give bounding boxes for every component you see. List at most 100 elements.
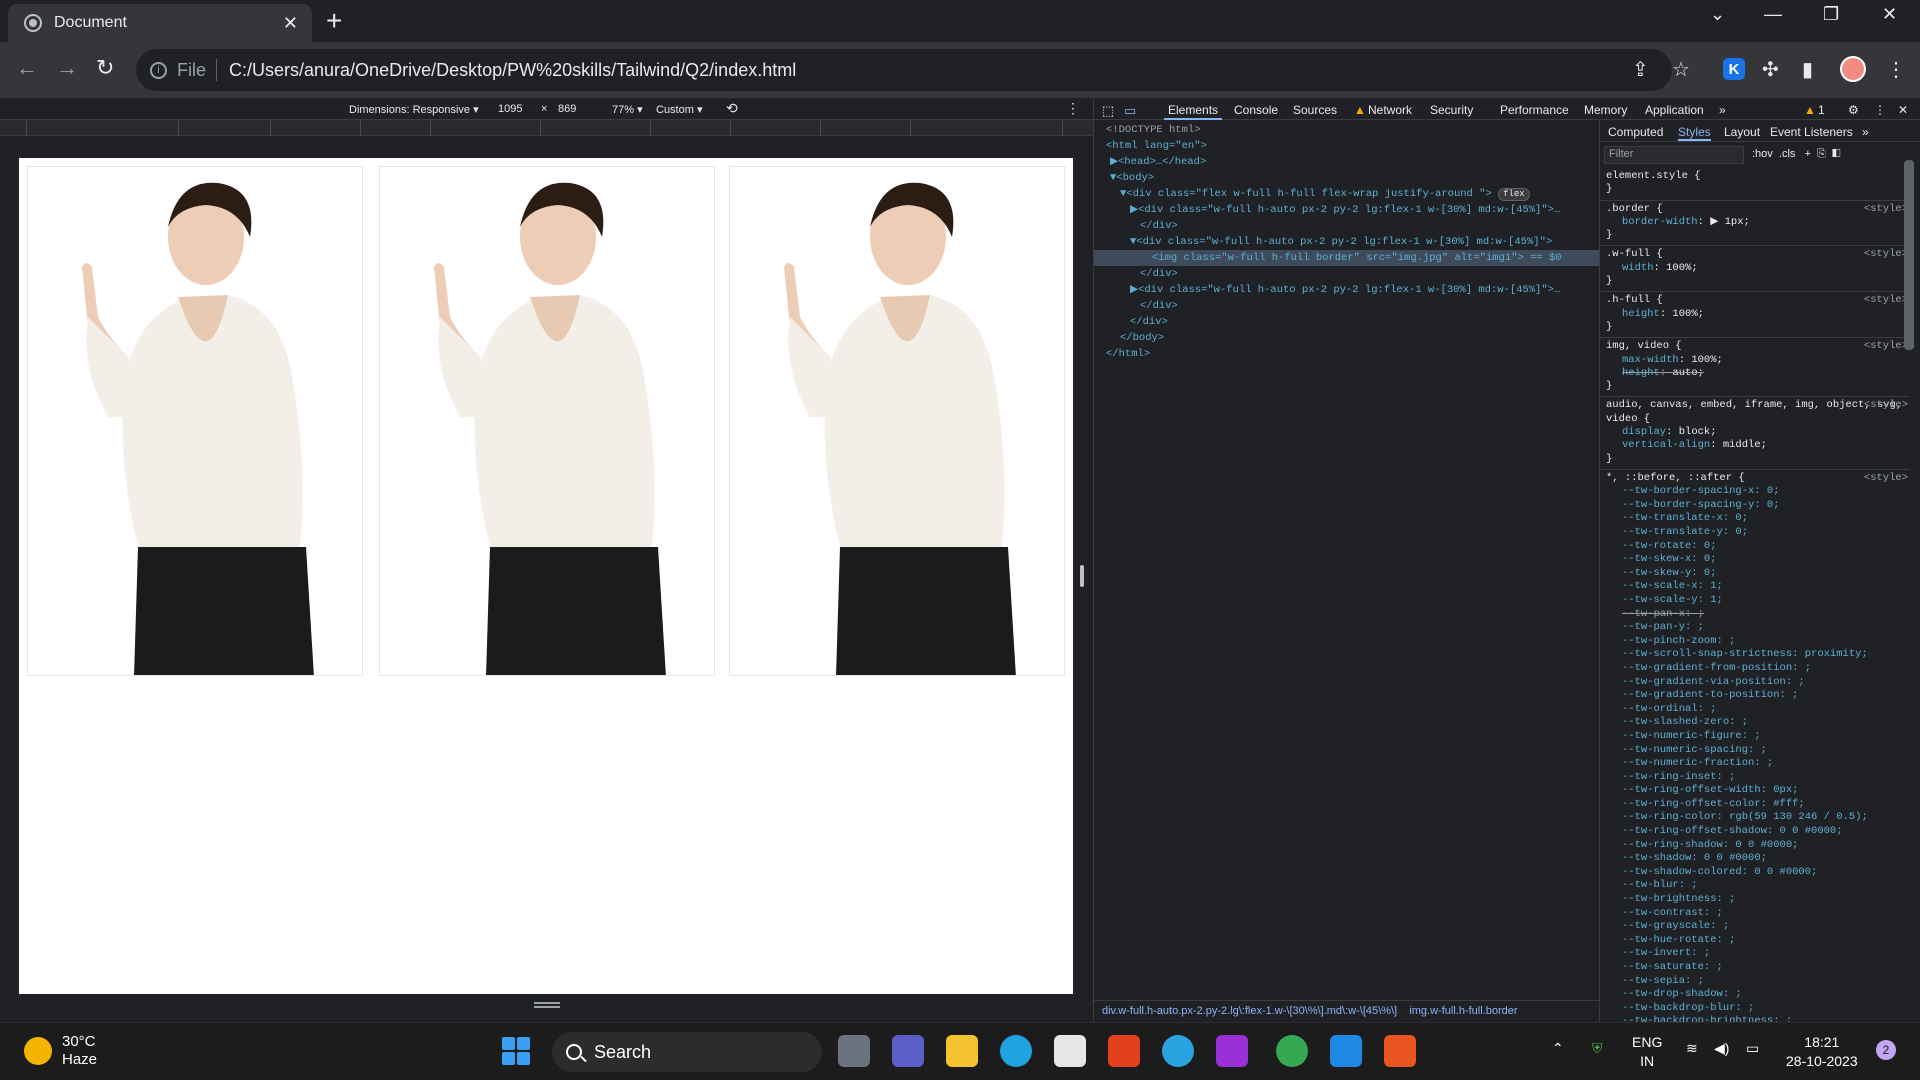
dom-node[interactable]: </div> (1094, 266, 1599, 282)
notification-badge[interactable]: 2 (1876, 1040, 1896, 1060)
dom-node[interactable]: ▼<body> (1094, 170, 1599, 186)
info-icon[interactable]: i (150, 61, 167, 79)
back-button[interactable]: ← (16, 55, 38, 81)
dom-node[interactable]: </div> (1094, 314, 1599, 330)
tab-security[interactable]: Security (1430, 103, 1473, 117)
css-rule[interactable]: .w-full {<style> width: 100%;} (1600, 246, 1910, 293)
avatar[interactable] (1840, 56, 1866, 82)
file-explorer-icon[interactable] (946, 1035, 978, 1067)
chrome-icon[interactable] (1276, 1035, 1308, 1067)
flex-badge[interactable]: flex (1498, 188, 1530, 201)
css-variable[interactable]: --tw-numeric-spacing: ; (1606, 744, 1906, 758)
tab-document[interactable]: Document ✕ (8, 4, 312, 42)
css-rule[interactable]: element.style {} (1600, 168, 1910, 201)
tab-layout[interactable]: Layout (1724, 125, 1760, 139)
language-indicator[interactable]: ENG IN (1632, 1033, 1662, 1071)
hov-toggle[interactable]: :hov (1752, 148, 1773, 160)
css-rule[interactable]: .border {<style> border-width: ▶ 1px;} (1600, 201, 1910, 247)
dom-node[interactable]: ▼<div class="w-full h-auto px-2 py-2 lg:… (1094, 234, 1599, 250)
device-toggle-icon[interactable]: ▭ (1124, 103, 1136, 119)
css-variable[interactable]: --tw-ring-shadow: 0 0 #0000; (1606, 839, 1906, 853)
telegram-icon[interactable] (1162, 1035, 1194, 1067)
wifi-icon[interactable]: ≋ (1686, 1039, 1698, 1058)
viewport-height-handle[interactable] (534, 1002, 560, 1008)
styles-filter-input[interactable]: Filter (1604, 146, 1744, 164)
zoom-select[interactable]: 77% ▾ (612, 103, 643, 116)
css-variable[interactable]: --tw-ring-offset-color: #fff; (1606, 798, 1906, 812)
url-text[interactable]: C:/Users/anura/OneDrive/Desktop/PW%20ski… (229, 60, 796, 81)
css-variable[interactable]: --tw-translate-x: 0; (1606, 512, 1906, 526)
vscode-icon[interactable] (1330, 1035, 1362, 1067)
width-input[interactable]: 1095 (498, 103, 522, 115)
css-variable[interactable]: --tw-blur: ; (1606, 879, 1906, 893)
css-variable[interactable]: --tw-skew-y: 0; (1606, 567, 1906, 581)
dom-node[interactable]: <!DOCTYPE html> (1094, 122, 1599, 138)
tab-elements[interactable]: Elements (1163, 103, 1223, 120)
store-icon[interactable] (1054, 1035, 1086, 1067)
dom-node[interactable]: <html lang="en"> (1094, 138, 1599, 154)
dom-node[interactable]: </div> (1094, 298, 1599, 314)
reload-button[interactable]: ↻ (96, 55, 114, 81)
new-rule-icon[interactable]: + (1805, 148, 1811, 160)
rule-source[interactable]: <style> (1864, 248, 1908, 261)
close-tab-icon[interactable]: ✕ (283, 13, 298, 34)
paint-icon[interactable]: ⎘ (1817, 148, 1826, 160)
issues-warning-icon[interactable]: ▲ (1804, 103, 1816, 117)
css-variable[interactable]: --tw-scale-x: 1; (1606, 580, 1906, 594)
css-property[interactable]: height: 100%; (1606, 308, 1906, 321)
dimensions-select[interactable]: Dimensions: Responsive ▾ (349, 103, 479, 116)
more-tabs-icon[interactable]: » (1719, 103, 1726, 117)
volume-icon[interactable]: ◀) (1714, 1039, 1729, 1058)
css-variable[interactable]: --tw-ring-color: rgb(59 130 246 / 0.5); (1606, 811, 1906, 825)
edge-icon[interactable] (1000, 1035, 1032, 1067)
tab-event-listeners[interactable]: Event Listeners (1770, 125, 1853, 139)
tab-search-icon[interactable]: ⌄ (1710, 4, 1725, 25)
viewport-width-handle[interactable] (1080, 565, 1084, 587)
css-rule[interactable]: .h-full {<style> height: 100%;} (1600, 292, 1910, 339)
settings-gear-icon[interactable]: ⚙ (1848, 103, 1859, 117)
rule-source[interactable]: <style> (1864, 294, 1908, 307)
css-property[interactable]: height: auto; (1606, 367, 1906, 380)
dom-node-selected[interactable]: <img class="w-full h-full border" src="i… (1094, 250, 1599, 266)
tab-styles[interactable]: Styles (1678, 125, 1711, 141)
rule-source[interactable]: <style> (1864, 399, 1908, 412)
height-input[interactable]: 869 (558, 103, 576, 115)
new-tab-button[interactable]: + (326, 6, 342, 36)
css-variable[interactable]: --tw-hue-rotate: ; (1606, 934, 1906, 948)
rule-source[interactable]: <style> (1864, 472, 1908, 485)
css-variable[interactable]: --tw-grayscale: ; (1606, 920, 1906, 934)
dom-node[interactable]: </body> (1094, 330, 1599, 346)
css-variable[interactable]: --tw-invert: ; (1606, 947, 1906, 961)
css-variable[interactable]: --tw-border-spacing-x: 0; (1606, 485, 1906, 499)
css-rule[interactable]: audio, canvas, embed, iframe, img, objec… (1600, 397, 1910, 470)
styles-scrollbar[interactable] (1904, 160, 1914, 350)
css-variable[interactable]: --tw-pan-y: ; (1606, 621, 1906, 635)
address-bar[interactable]: i File C:/Users/anura/OneDrive/Desktop/P… (136, 49, 1672, 91)
tab-performance[interactable]: Performance (1500, 103, 1569, 117)
css-variable[interactable]: --tw-translate-y: 0; (1606, 526, 1906, 540)
css-rule[interactable]: *, ::before, ::after {<style> --tw-border… (1600, 470, 1910, 1033)
tab-memory[interactable]: Memory (1584, 103, 1627, 117)
css-variable[interactable]: --tw-saturate: ; (1606, 961, 1906, 975)
css-property[interactable]: width: 100%; (1606, 262, 1906, 275)
extension-k-icon[interactable]: K (1723, 58, 1745, 80)
css-variable[interactable]: --tw-pan-x: ; (1606, 608, 1906, 622)
maximize-button[interactable]: ❐ (1823, 4, 1839, 25)
dom-node[interactable]: </div> (1094, 218, 1599, 234)
battery-icon[interactable]: ▭ (1746, 1039, 1759, 1058)
css-variable[interactable]: --tw-numeric-figure: ; (1606, 730, 1906, 744)
css-property[interactable]: border-width: ▶ 1px; (1606, 216, 1906, 229)
css-variable[interactable]: --tw-gradient-to-position: ; (1606, 689, 1906, 703)
bookmark-star-icon[interactable]: ☆ (1672, 57, 1690, 82)
css-variable[interactable]: --tw-drop-shadow: ; (1606, 988, 1906, 1002)
dom-node[interactable]: </html> (1094, 346, 1599, 362)
throttle-select[interactable]: Custom ▾ (656, 103, 702, 116)
office-icon[interactable] (1108, 1035, 1140, 1067)
css-variable[interactable]: --tw-skew-x: 0; (1606, 553, 1906, 567)
share-icon[interactable]: ⇪ (1632, 57, 1649, 82)
tab-application[interactable]: Application (1645, 103, 1704, 117)
security-shield-icon[interactable]: ⛨ (1592, 1039, 1603, 1058)
css-variable[interactable]: --tw-scale-y: 1; (1606, 594, 1906, 608)
breadcrumb-item[interactable]: img.w-full.h-full.border (1409, 1005, 1517, 1017)
css-property[interactable]: max-width: 100%; (1606, 354, 1906, 367)
